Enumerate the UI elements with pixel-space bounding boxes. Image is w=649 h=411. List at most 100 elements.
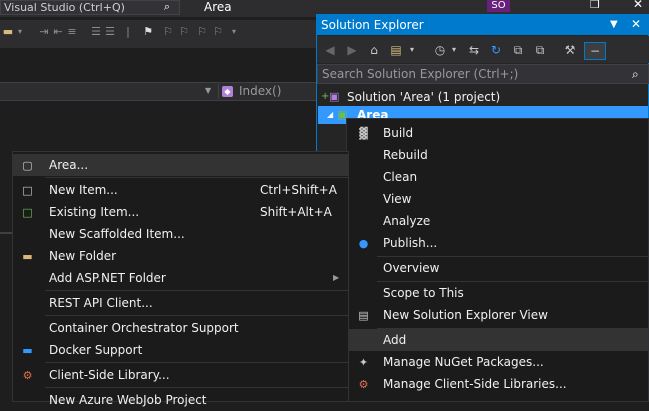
- menu-label: Client-Side Library...: [49, 368, 170, 382]
- restore-window-button[interactable]: ❐: [590, 0, 604, 12]
- project-title: Area: [204, 0, 232, 14]
- toggle-bookmark-icon[interactable]: ⚐: [212, 26, 224, 38]
- client-lib-icon: ⚙: [22, 369, 33, 382]
- bookmark-icon[interactable]: ⚑: [142, 26, 154, 38]
- menu-item-docker-support[interactable]: ▬ Docker Support: [13, 339, 348, 361]
- dropdown-arrow-icon[interactable]: ▾: [14, 26, 26, 38]
- menu-item-scope-to-this[interactable]: Scope to This: [347, 282, 648, 304]
- next-bookmark-icon[interactable]: ⚐: [178, 26, 190, 38]
- forward-icon[interactable]: ▶: [344, 42, 360, 58]
- menu-item-manage-client-side-libraries[interactable]: ⚙ Manage Client-Side Libraries...: [347, 373, 648, 395]
- menu-item-add-aspnet-folder[interactable]: Add ASP.NET Folder ▶: [13, 267, 348, 289]
- close-window-button[interactable]: ✕: [633, 0, 647, 11]
- menu-separator: [45, 290, 348, 291]
- prev-bookmark-icon[interactable]: ⚐: [162, 26, 174, 38]
- panel-menu-icon[interactable]: ▼: [610, 19, 618, 31]
- menu-item-new-folder[interactable]: ▬ New Folder: [13, 245, 348, 267]
- menu-label: Rebuild: [383, 148, 428, 162]
- menu-item-new-item[interactable]: □ New Item... Ctrl+Shift+A: [13, 179, 348, 201]
- menu-item-add[interactable]: Add: [347, 329, 648, 351]
- solution-explorer-title: Solution Explorer: [317, 15, 649, 35]
- quick-launch-search[interactable]: Visual Studio (Ctrl+Q): [0, 0, 180, 15]
- uncomment-icon[interactable]: ☰: [104, 26, 116, 38]
- expand-arrow-icon[interactable]: ◢: [327, 106, 337, 124]
- menu-label: Docker Support: [49, 343, 143, 357]
- menu-item-rebuild[interactable]: Rebuild: [347, 144, 648, 166]
- menu-item-area[interactable]: ▢ Area...: [13, 154, 348, 176]
- collapse-all-icon[interactable]: ⧉: [510, 42, 526, 58]
- solution-icon: ▣: [329, 90, 340, 103]
- menu-label: New Azure WebJob Project: [49, 393, 207, 407]
- solution-node[interactable]: + ▣ Solution 'Area' (1 project): [318, 88, 648, 106]
- solution-label: Solution 'Area' (1 project): [347, 90, 501, 104]
- project-context-menu: ▓ Build Rebuild Clean View Analyze ● Pub…: [346, 118, 649, 402]
- nuget-icon: ✦: [358, 356, 369, 369]
- menu-label: REST API Client...: [49, 296, 153, 310]
- folder-icon: ▬: [22, 250, 33, 263]
- menu-item-build[interactable]: ▓ Build: [347, 122, 648, 144]
- menu-shortcut: Ctrl+Shift+A: [260, 183, 337, 197]
- sync-icon[interactable]: ⇆: [466, 42, 482, 58]
- menu-item-new-azure-webjob-project[interactable]: New Azure WebJob Project: [13, 389, 348, 411]
- search-icon[interactable]: ⌕: [160, 0, 174, 14]
- refresh-icon[interactable]: ↻: [488, 42, 504, 58]
- menu-item-new-solution-explorer-view[interactable]: ▤ New Solution Explorer View: [347, 304, 648, 326]
- menu-item-rest-api-client[interactable]: REST API Client...: [13, 292, 348, 314]
- build-icon: ▓: [359, 127, 368, 140]
- globe-icon: ●: [358, 237, 369, 250]
- menu-label: Build: [383, 126, 414, 140]
- menu-separator: [45, 362, 348, 363]
- menu-label: Clean: [383, 170, 418, 184]
- client-lib-icon: ⚙: [358, 378, 369, 391]
- menu-label: View: [383, 192, 412, 206]
- search-icon[interactable]: ⌕: [632, 67, 639, 81]
- outdent-icon[interactable]: ⇤: [52, 26, 64, 38]
- menu-label: Scope to This: [383, 286, 464, 300]
- chevron-down-icon[interactable]: ▾: [446, 42, 462, 58]
- method-icon: ◆: [222, 86, 233, 97]
- chevron-down-icon[interactable]: ▼: [205, 85, 217, 97]
- method-selector[interactable]: Index(): [239, 84, 281, 99]
- menu-label: New Solution Explorer View: [383, 308, 548, 322]
- new-view-icon: ▤: [358, 309, 369, 322]
- show-all-files-icon[interactable]: ⧉: [532, 42, 548, 58]
- submenu-arrow-icon: ▶: [333, 273, 340, 282]
- format-icon[interactable]: ≡: [66, 26, 78, 38]
- menu-item-new-scaffolded-item[interactable]: New Scaffolded Item...: [13, 223, 348, 245]
- menu-label: Analyze: [383, 214, 431, 228]
- overflow-icon[interactable]: ▾: [228, 26, 240, 38]
- menu-separator: [45, 387, 348, 388]
- menu-separator: [45, 177, 348, 178]
- menu-item-manage-nuget[interactable]: ✦ Manage NuGet Packages...: [347, 351, 648, 373]
- area-icon: ▢: [22, 159, 33, 172]
- menu-item-clean[interactable]: Clean: [347, 166, 648, 188]
- menu-item-analyze[interactable]: Analyze: [347, 210, 648, 232]
- folder-icon[interactable]: ▬: [2, 26, 14, 38]
- comment-icon[interactable]: ☰: [90, 26, 102, 38]
- chevron-down-icon[interactable]: ▾: [404, 42, 420, 58]
- menu-label: Publish...: [383, 236, 438, 250]
- preview-selected-icon[interactable]: −: [584, 42, 606, 60]
- menu-item-overview[interactable]: Overview: [347, 257, 648, 279]
- menu-separator: [45, 315, 348, 316]
- solution-explorer-search-input[interactable]: Search Solution Explorer (Ctrl+;): [317, 64, 649, 84]
- menu-label: Area...: [49, 158, 89, 172]
- menu-item-client-side-library[interactable]: ⚙ Client-Side Library...: [13, 364, 348, 386]
- menu-label: Manage NuGet Packages...: [383, 355, 544, 369]
- back-icon[interactable]: ◀: [322, 42, 338, 58]
- switch-views-icon[interactable]: ▤: [388, 42, 404, 58]
- avatar[interactable]: SO: [487, 0, 510, 12]
- menu-item-publish[interactable]: ● Publish...: [347, 232, 648, 254]
- close-icon[interactable]: ✕: [631, 17, 641, 31]
- indent-icon[interactable]: ⇥: [38, 26, 50, 38]
- menu-item-existing-item[interactable]: □ Existing Item... Shift+Alt+A: [13, 201, 348, 223]
- docker-icon: ▬: [22, 344, 33, 357]
- menu-label: New Item...: [49, 183, 118, 197]
- properties-wrench-icon[interactable]: ⚒: [562, 42, 578, 58]
- editor-toolbar: ▬ ▾ ⇥ ⇤ ≡ ☰ ☰ | ⚑ ⚐ ⚐ ⚐ ⚐ ▾: [0, 20, 318, 48]
- menu-item-container-orchestrator-support[interactable]: Container Orchestrator Support: [13, 317, 348, 339]
- menu-item-view[interactable]: View: [347, 188, 648, 210]
- clear-bookmarks-icon[interactable]: ⚐: [196, 26, 208, 38]
- menu-label: Add ASP.NET Folder: [49, 271, 166, 285]
- home-icon[interactable]: ⌂: [366, 42, 382, 58]
